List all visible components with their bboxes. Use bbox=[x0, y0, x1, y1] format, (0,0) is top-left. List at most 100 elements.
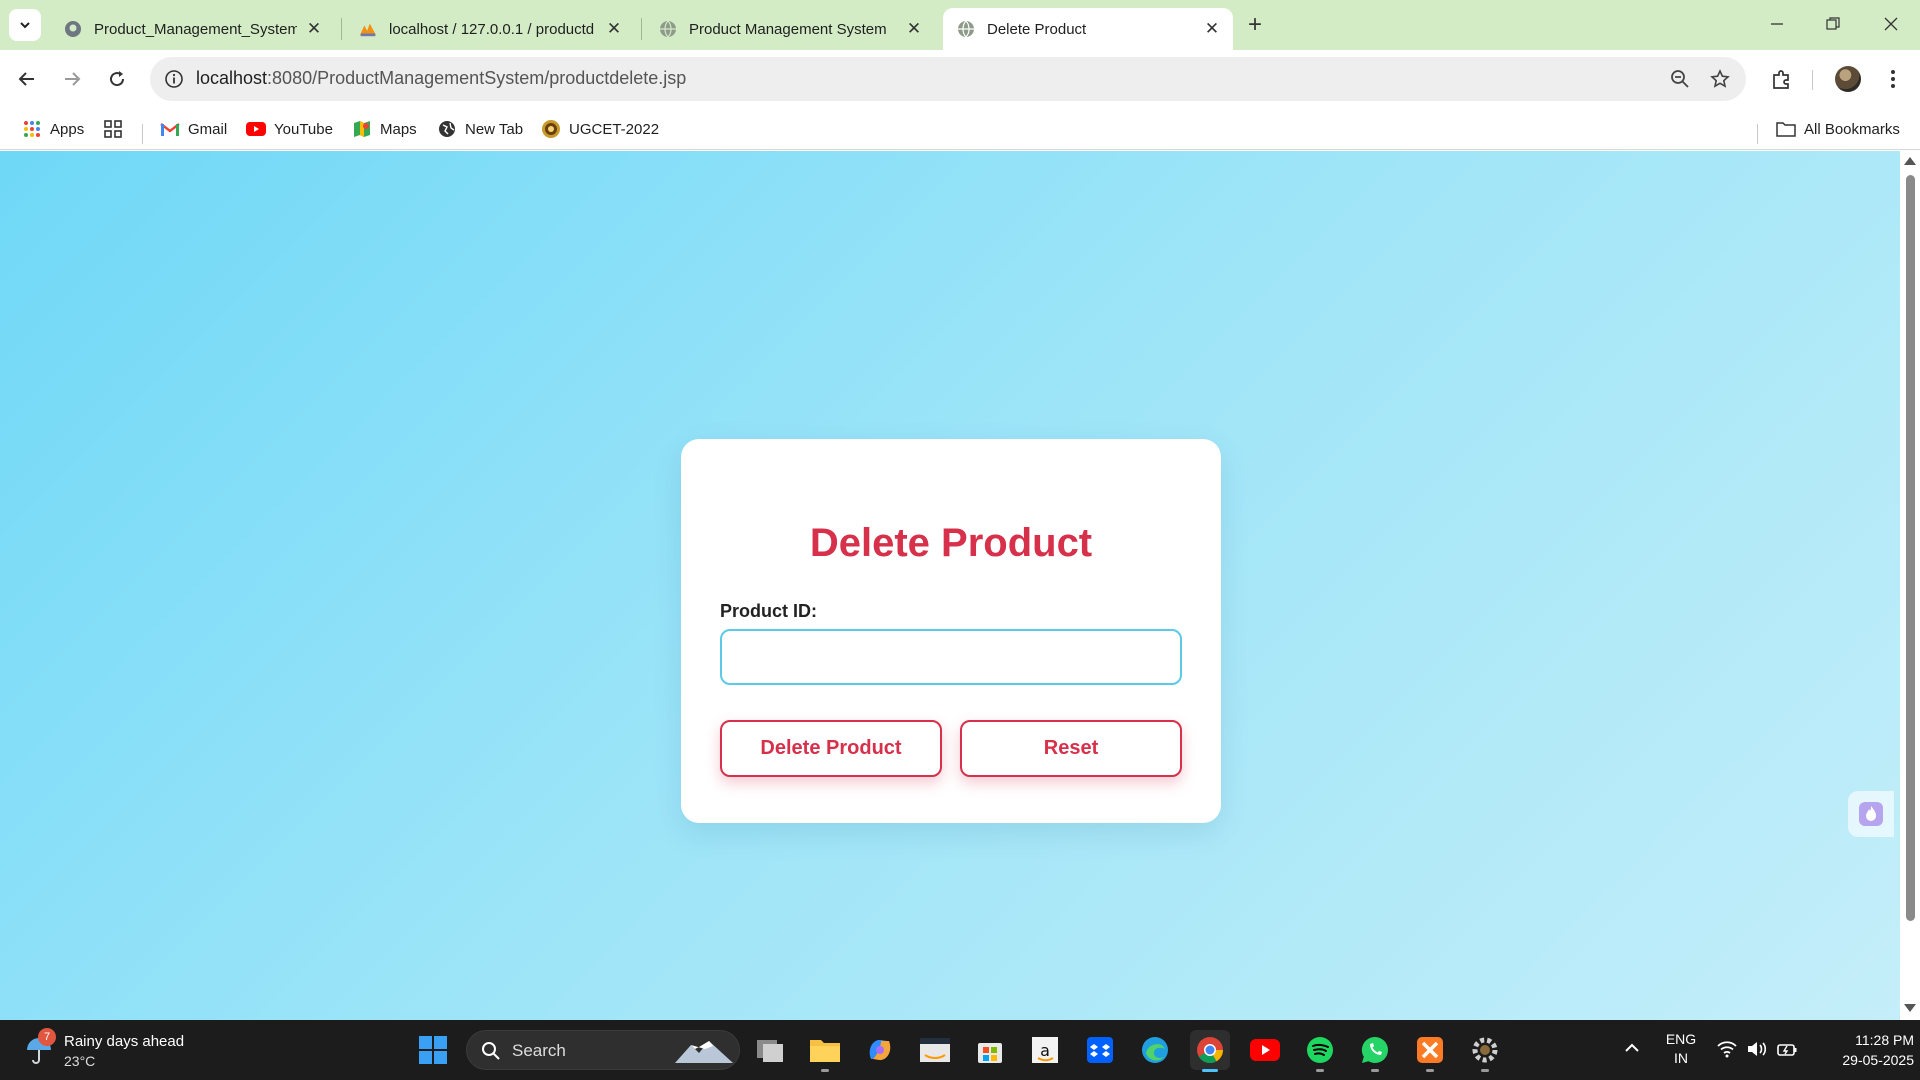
gmail-icon bbox=[160, 119, 180, 139]
star-icon[interactable] bbox=[1706, 65, 1734, 93]
youtube-icon bbox=[1250, 1039, 1280, 1061]
arrow-right-icon bbox=[65, 72, 81, 86]
product-id-input[interactable] bbox=[720, 629, 1182, 685]
wifi-icon[interactable] bbox=[1716, 1038, 1738, 1060]
spotify-app[interactable] bbox=[1300, 1030, 1340, 1072]
volume-icon[interactable] bbox=[1746, 1038, 1768, 1060]
taskbar-search[interactable]: Search bbox=[466, 1030, 740, 1070]
settings-app[interactable] bbox=[1465, 1030, 1505, 1072]
bookmark-new-tab[interactable]: New Tab bbox=[437, 116, 523, 142]
whatsapp-app[interactable] bbox=[1355, 1030, 1395, 1072]
language-line: ENG bbox=[1665, 1031, 1697, 1047]
dropbox-app[interactable] bbox=[1080, 1030, 1120, 1070]
globe-icon bbox=[957, 20, 975, 38]
info-icon[interactable] bbox=[160, 65, 188, 93]
url-text[interactable]: localhost:8080/ProductManagementSystem/p… bbox=[196, 68, 686, 89]
weather-widget[interactable]: 7 Rainy days ahead 23°C bbox=[20, 1028, 220, 1072]
tab-title: Delete Product bbox=[987, 20, 1087, 38]
minimize-button[interactable] bbox=[1754, 6, 1800, 42]
chrome-icon bbox=[1197, 1037, 1224, 1064]
tab-github[interactable]: Product_Management_System_ ✕ bbox=[50, 8, 335, 50]
bookmark-ugcet[interactable]: UGCET-2022 bbox=[541, 116, 659, 142]
restore-icon bbox=[1826, 17, 1840, 30]
bookmark-maps[interactable]: Maps bbox=[352, 116, 417, 142]
active-indicator bbox=[1202, 1069, 1218, 1072]
tab-phpmyadmin[interactable]: localhost / 127.0.0.1 / productd ✕ bbox=[345, 8, 635, 50]
tab-strip: Product_Management_System_ ✕ localhost /… bbox=[0, 0, 1920, 50]
tab-groups-icon bbox=[103, 119, 123, 139]
edge-app[interactable] bbox=[1135, 1030, 1175, 1070]
restore-button[interactable] bbox=[1810, 6, 1856, 42]
bookmark-label: YouTube bbox=[274, 120, 333, 138]
tab-separator bbox=[341, 18, 342, 40]
new-tab-button[interactable]: + bbox=[1240, 10, 1270, 40]
scroll-thumb[interactable] bbox=[1906, 175, 1915, 921]
amazon-shopping-app[interactable]: a bbox=[1025, 1030, 1065, 1070]
tab-title: Product Management System bbox=[689, 20, 887, 38]
language-indicator[interactable]: ENG IN bbox=[1664, 1030, 1698, 1068]
weather-temp: 23°C bbox=[64, 1053, 96, 1069]
page-scrollbar[interactable] bbox=[1900, 151, 1920, 1020]
all-bookmarks-button[interactable]: All Bookmarks bbox=[1776, 116, 1900, 142]
menu-icon[interactable] bbox=[1876, 62, 1910, 96]
gear-icon bbox=[1472, 1037, 1498, 1063]
tab-search-button[interactable] bbox=[9, 9, 41, 41]
amazon-app[interactable] bbox=[915, 1030, 955, 1070]
close-icon[interactable]: ✕ bbox=[303, 18, 325, 40]
close-icon[interactable]: ✕ bbox=[603, 18, 625, 40]
chevron-up-icon[interactable] bbox=[1622, 1038, 1642, 1058]
search-icon bbox=[482, 1042, 500, 1060]
chrome-app[interactable] bbox=[1190, 1030, 1230, 1072]
battery-icon[interactable] bbox=[1776, 1038, 1798, 1060]
weather-title: Rainy days ahead bbox=[64, 1033, 185, 1050]
running-indicator bbox=[1316, 1069, 1324, 1072]
globe-icon bbox=[659, 20, 677, 38]
scroll-down-arrow[interactable] bbox=[1904, 1004, 1916, 1012]
reload-icon bbox=[110, 71, 125, 87]
github-icon bbox=[64, 20, 82, 38]
windows-start-icon[interactable] bbox=[418, 1035, 448, 1065]
scroll-up-arrow[interactable] bbox=[1904, 157, 1916, 165]
zoom-icon[interactable] bbox=[1666, 65, 1694, 93]
bookmark-youtube[interactable]: YouTube bbox=[246, 116, 333, 142]
tab-title: localhost / 127.0.0.1 / productd bbox=[389, 20, 595, 38]
bookmark-label: Gmail bbox=[188, 120, 228, 138]
bookmark-apps[interactable]: Apps bbox=[22, 116, 84, 142]
clock-date: 29-05-2025 bbox=[1842, 1052, 1914, 1068]
close-window-button[interactable] bbox=[1868, 6, 1914, 42]
chevron-down-icon bbox=[20, 22, 30, 29]
xampp-app[interactable] bbox=[1410, 1030, 1450, 1072]
copilot-app[interactable] bbox=[860, 1030, 900, 1070]
close-icon[interactable]: ✕ bbox=[903, 18, 925, 40]
dropbox-icon bbox=[1087, 1037, 1113, 1063]
ugcet-emblem-icon bbox=[541, 119, 561, 139]
profile-avatar[interactable] bbox=[1835, 66, 1861, 92]
tab-delete-product[interactable]: Delete Product ✕ bbox=[943, 8, 1233, 50]
side-widget-button[interactable] bbox=[1848, 791, 1894, 837]
extensions-icon[interactable] bbox=[1765, 62, 1799, 96]
system-clock[interactable]: 11:28 PM 29-05-2025 bbox=[1804, 1030, 1914, 1070]
bookmark-gmail[interactable]: Gmail bbox=[160, 116, 227, 142]
file-explorer-app[interactable] bbox=[805, 1030, 845, 1072]
tab-groups-button[interactable] bbox=[103, 116, 131, 142]
flame-icon bbox=[1859, 802, 1883, 826]
copilot-icon bbox=[869, 1039, 891, 1061]
youtube-app[interactable] bbox=[1245, 1030, 1285, 1070]
close-icon[interactable]: ✕ bbox=[1201, 18, 1223, 40]
reset-button[interactable]: Reset bbox=[960, 720, 1182, 777]
microsoft-store-app[interactable] bbox=[970, 1030, 1010, 1070]
forward-button[interactable] bbox=[55, 62, 89, 96]
reload-button[interactable] bbox=[100, 62, 134, 96]
svg-text:a: a bbox=[1040, 1041, 1050, 1060]
page-title: Delete Product bbox=[809, 521, 1093, 565]
youtube-icon bbox=[246, 119, 266, 139]
address-bar[interactable]: localhost:8080/ProductManagementSystem/p… bbox=[150, 57, 1746, 101]
weather-badge: 7 bbox=[38, 1028, 56, 1046]
back-button[interactable] bbox=[10, 62, 44, 96]
task-view-app[interactable] bbox=[750, 1030, 790, 1070]
clock-time: 11:28 PM bbox=[1855, 1032, 1914, 1048]
bookmark-label: UGCET-2022 bbox=[569, 120, 660, 138]
tab-product-management[interactable]: Product Management System ✕ bbox=[645, 8, 935, 50]
delete-product-button[interactable]: Delete Product bbox=[720, 720, 942, 777]
browser-toolbar: localhost:8080/ProductManagementSystem/p… bbox=[0, 50, 1920, 108]
